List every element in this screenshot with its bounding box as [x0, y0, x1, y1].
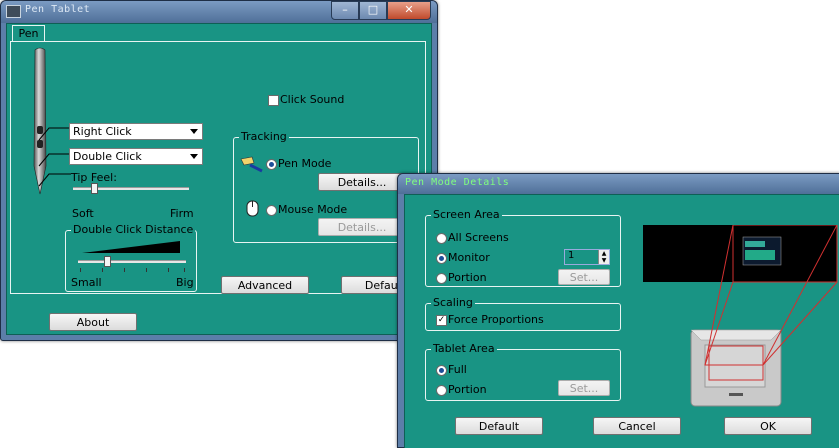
caption-buttons: – □ ✕	[331, 1, 431, 20]
mouse-mode-label: Mouse Mode	[278, 203, 348, 216]
portion-label: Portion	[448, 271, 487, 284]
screen-area-label: Screen Area	[431, 208, 502, 221]
double-click-distance-slider[interactable]	[78, 260, 186, 263]
double-click-distance-group: Double Click Distance Small Big	[65, 223, 197, 292]
window-title: Pen Tablet	[25, 4, 91, 15]
tablet-area-label: Tablet Area	[431, 342, 497, 355]
double-click-distance-label: Double Click Distance	[71, 223, 196, 236]
tablet-portion-radio[interactable]	[436, 385, 447, 396]
chevron-down-icon	[190, 154, 198, 159]
cancel-button[interactable]: Cancel	[593, 417, 681, 435]
ok-button[interactable]: OK	[724, 417, 812, 435]
button-connector-lines	[38, 127, 71, 187]
mapping-preview-illustration	[643, 225, 838, 407]
mouse-mode-details-button[interactable]: Details...	[318, 218, 406, 236]
dcd-big-label: Big	[176, 276, 194, 289]
click-sound-checkbox[interactable]	[268, 95, 279, 106]
slider-tick	[102, 268, 103, 272]
slider-tick	[146, 268, 147, 272]
pen-mode-radio[interactable]	[266, 159, 277, 170]
dcd-small-label: Small	[71, 276, 102, 289]
pen-client-area: Pen Right Click Double Click Tip Feel: S…	[6, 23, 432, 335]
click-sound-label: Click Sound	[280, 93, 345, 106]
advanced-button[interactable]: Advanced	[221, 276, 309, 294]
spinner-arrows-icon[interactable]: ▲ ▼	[598, 250, 609, 264]
slider-tick	[124, 268, 125, 272]
pen-tablet-window: Pen Tablet – □ ✕ Pen Right Click Double …	[0, 0, 438, 341]
distance-wedge-icon	[82, 241, 180, 253]
default-button[interactable]: Default	[455, 417, 543, 435]
upper-button-combo[interactable]: Right Click	[69, 123, 203, 140]
close-button[interactable]: ✕	[387, 1, 431, 20]
tablet-portion-label: Portion	[448, 383, 487, 396]
scaling-group: Scaling ✓ Force Proportions	[425, 296, 621, 331]
all-screens-radio[interactable]	[436, 233, 447, 244]
monitor-spinner-value: 1	[568, 250, 575, 261]
minimize-button[interactable]: –	[331, 1, 359, 20]
maximize-button[interactable]: □	[359, 1, 387, 20]
pen-mode-details-button[interactable]: Details...	[318, 173, 406, 191]
details-client-area: Screen Area All Screens Monitor 1 ▲ ▼ Por…	[404, 194, 839, 448]
tip-feel-thumb[interactable]	[91, 183, 98, 194]
screen-set-button[interactable]: Set...	[558, 269, 610, 285]
about-button[interactable]: About	[49, 313, 137, 331]
tip-soft-label: Soft	[72, 207, 94, 220]
chevron-down-icon	[190, 129, 198, 134]
lower-button-combo[interactable]: Double Click	[69, 148, 203, 165]
portion-radio[interactable]	[436, 273, 447, 284]
lower-button-value: Double Click	[73, 150, 142, 163]
pen-mode-icon	[240, 156, 263, 173]
tablet-area-group: Tablet Area Full Portion Set...	[425, 342, 621, 401]
pen-mode-label: Pen Mode	[278, 157, 332, 170]
tablet-full-label: Full	[448, 363, 467, 376]
slider-tick	[168, 268, 169, 272]
monitor-spinner[interactable]: 1 ▲ ▼	[564, 249, 610, 265]
mouse-mode-radio[interactable]	[266, 205, 277, 216]
tablet-set-button[interactable]: Set...	[558, 380, 610, 396]
tracking-group: Tracking Pen Mode Details... Mouse Mode …	[233, 130, 419, 243]
monitor-label: Monitor	[448, 251, 490, 264]
screen-area-group: Screen Area All Screens Monitor 1 ▲ ▼ Por…	[425, 208, 621, 287]
mouse-icon	[246, 200, 259, 217]
pen-mode-details-window: Pen Mode Details Screen Area All Screens…	[397, 173, 839, 448]
tip-firm-label: Firm	[170, 207, 194, 220]
all-screens-label: All Screens	[448, 231, 509, 244]
title-bar[interactable]: Pen Tablet – □ ✕	[1, 1, 437, 23]
slider-tick	[184, 268, 185, 272]
slider-tick	[80, 268, 81, 272]
details-title-bar[interactable]: Pen Mode Details	[398, 174, 839, 194]
force-proportions-label: Force Proportions	[448, 313, 544, 326]
double-click-distance-thumb[interactable]	[104, 256, 111, 267]
tablet-full-radio[interactable]	[436, 365, 447, 376]
tracking-label: Tracking	[239, 130, 289, 143]
force-proportions-checkbox[interactable]: ✓	[436, 315, 447, 326]
app-icon	[6, 5, 21, 18]
upper-button-value: Right Click	[73, 125, 132, 138]
monitor-radio[interactable]	[436, 253, 447, 264]
tab-pen[interactable]: Pen	[12, 25, 45, 42]
details-window-title: Pen Mode Details	[405, 177, 510, 188]
scaling-label: Scaling	[431, 296, 475, 309]
